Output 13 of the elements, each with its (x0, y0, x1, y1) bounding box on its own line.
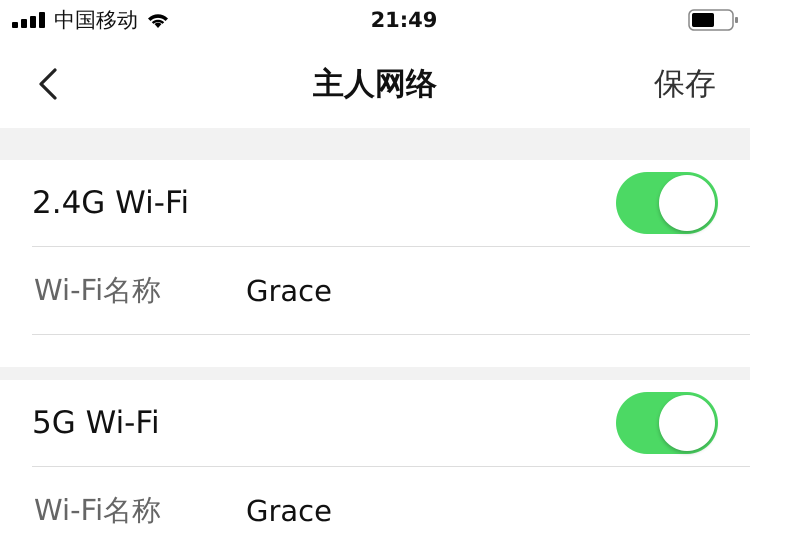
save-button[interactable]: 保存 (654, 63, 716, 105)
signal-icon (12, 12, 46, 28)
network-title: 5G Wi-Fi (32, 405, 160, 441)
network-title: 2.4G Wi-Fi (32, 185, 190, 221)
status-time: 21:49 (370, 8, 438, 32)
battery-icon (688, 9, 740, 31)
back-icon[interactable] (38, 68, 58, 100)
field-value[interactable]: Grace (246, 494, 332, 528)
field-label: Wi-Fi名称 (33, 272, 162, 308)
carrier-name: 中国移动 (54, 7, 138, 34)
field-value[interactable]: Grace (246, 274, 332, 308)
page-title: 主人网络 (312, 65, 438, 104)
field-label: Wi-Fi名称 (33, 492, 162, 528)
